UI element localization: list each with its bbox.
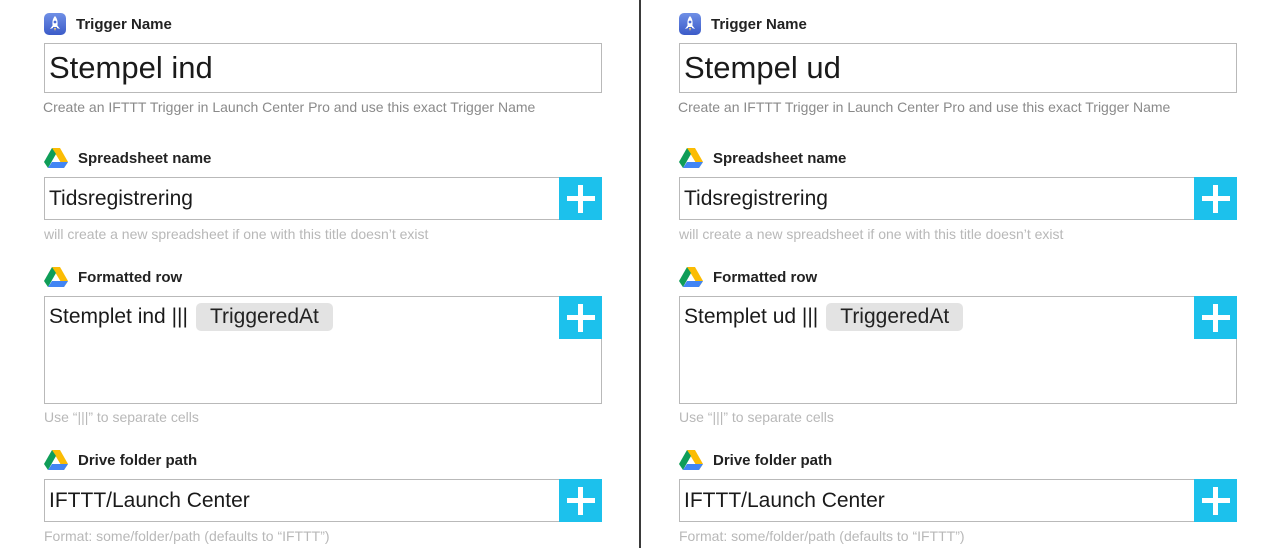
formatted-row-hint: Use “|||” to separate cells <box>44 409 199 425</box>
trigger-name-input[interactable]: Stempel ud <box>679 43 1237 93</box>
add-spreadsheet-button[interactable] <box>1194 177 1237 220</box>
drive-folder-path-hint: Format: some/folder/path (defaults to “I… <box>44 528 330 544</box>
drive-folder-path-input[interactable]: IFTTT/Launch Center <box>44 479 602 522</box>
drive-folder-path-input[interactable]: IFTTT/Launch Center <box>679 479 1237 522</box>
add-folder-token-button[interactable] <box>1194 479 1237 522</box>
formatted-row-content: Stemplet ud ||| TriggeredAt <box>684 303 964 331</box>
spreadsheet-name-input[interactable]: Tidsregistrering <box>44 177 602 220</box>
trigger-name-value: Stempel ind <box>49 50 213 85</box>
formatted-row-label-text: Formatted row <box>78 268 183 286</box>
google-drive-icon <box>679 267 703 287</box>
formatted-row-text: Stemplet ud ||| <box>684 305 819 328</box>
triggered-at-token[interactable]: TriggeredAt <box>195 303 333 331</box>
formatted-row-label: Formatted row <box>44 265 182 289</box>
panel-divider <box>639 0 641 548</box>
formatted-row-hint: Use “|||” to separate cells <box>679 409 834 425</box>
trigger-name-hint: Create an IFTTT Trigger in Launch Center… <box>678 99 1171 115</box>
google-drive-icon <box>679 450 703 470</box>
drive-folder-path-value: IFTTT/Launch Center <box>684 489 885 512</box>
drive-folder-path-label: Drive folder path <box>44 448 197 472</box>
spreadsheet-name-hint: will create a new spreadsheet if one wit… <box>679 226 1064 242</box>
trigger-name-label-text: Trigger Name <box>76 15 172 33</box>
formatted-row-input[interactable]: Stemplet ud ||| TriggeredAt <box>679 296 1237 404</box>
triggered-at-token[interactable]: TriggeredAt <box>826 303 964 331</box>
google-drive-icon <box>44 267 68 287</box>
add-row-token-button[interactable] <box>559 296 602 339</box>
trigger-name-input[interactable]: Stempel ind <box>44 43 602 93</box>
spreadsheet-name-label: Spreadsheet name <box>679 146 846 170</box>
spreadsheet-name-hint: will create a new spreadsheet if one wit… <box>44 226 429 242</box>
add-spreadsheet-button[interactable] <box>559 177 602 220</box>
trigger-name-value: Stempel ud <box>684 50 841 85</box>
formatted-row-text: Stemplet ind ||| <box>49 305 188 328</box>
spreadsheet-name-label: Spreadsheet name <box>44 146 211 170</box>
drive-folder-path-label-text: Drive folder path <box>78 451 198 469</box>
spreadsheet-name-value: Tidsregistrering <box>49 187 193 210</box>
add-folder-token-button[interactable] <box>559 479 602 522</box>
trigger-name-label: Trigger Name <box>679 12 807 36</box>
google-drive-icon <box>44 450 68 470</box>
trigger-panel-left: Trigger Name Stempel ind Create an IFTTT… <box>43 0 604 548</box>
drive-folder-path-hint: Format: some/folder/path (defaults to “I… <box>679 528 965 544</box>
trigger-name-label-text: Trigger Name <box>711 15 807 33</box>
rocket-icon <box>679 13 701 35</box>
spreadsheet-name-label-text: Spreadsheet name <box>713 149 847 167</box>
formatted-row-input[interactable]: Stemplet ind ||| TriggeredAt <box>44 296 602 404</box>
trigger-panel-right: Trigger Name Stempel ud Create an IFTTT … <box>678 0 1239 548</box>
trigger-name-hint: Create an IFTTT Trigger in Launch Center… <box>43 99 536 115</box>
spreadsheet-name-input[interactable]: Tidsregistrering <box>679 177 1237 220</box>
google-drive-icon <box>44 148 68 168</box>
formatted-row-content: Stemplet ind ||| TriggeredAt <box>49 303 333 331</box>
rocket-icon <box>44 13 66 35</box>
formatted-row-label: Formatted row <box>679 265 817 289</box>
google-drive-icon <box>679 148 703 168</box>
drive-folder-path-value: IFTTT/Launch Center <box>49 489 250 512</box>
drive-folder-path-label: Drive folder path <box>679 448 832 472</box>
spreadsheet-name-value: Tidsregistrering <box>684 187 828 210</box>
spreadsheet-name-label-text: Spreadsheet name <box>78 149 212 167</box>
drive-folder-path-label-text: Drive folder path <box>713 451 833 469</box>
add-row-token-button[interactable] <box>1194 296 1237 339</box>
trigger-name-label: Trigger Name <box>44 12 172 36</box>
formatted-row-label-text: Formatted row <box>713 268 818 286</box>
